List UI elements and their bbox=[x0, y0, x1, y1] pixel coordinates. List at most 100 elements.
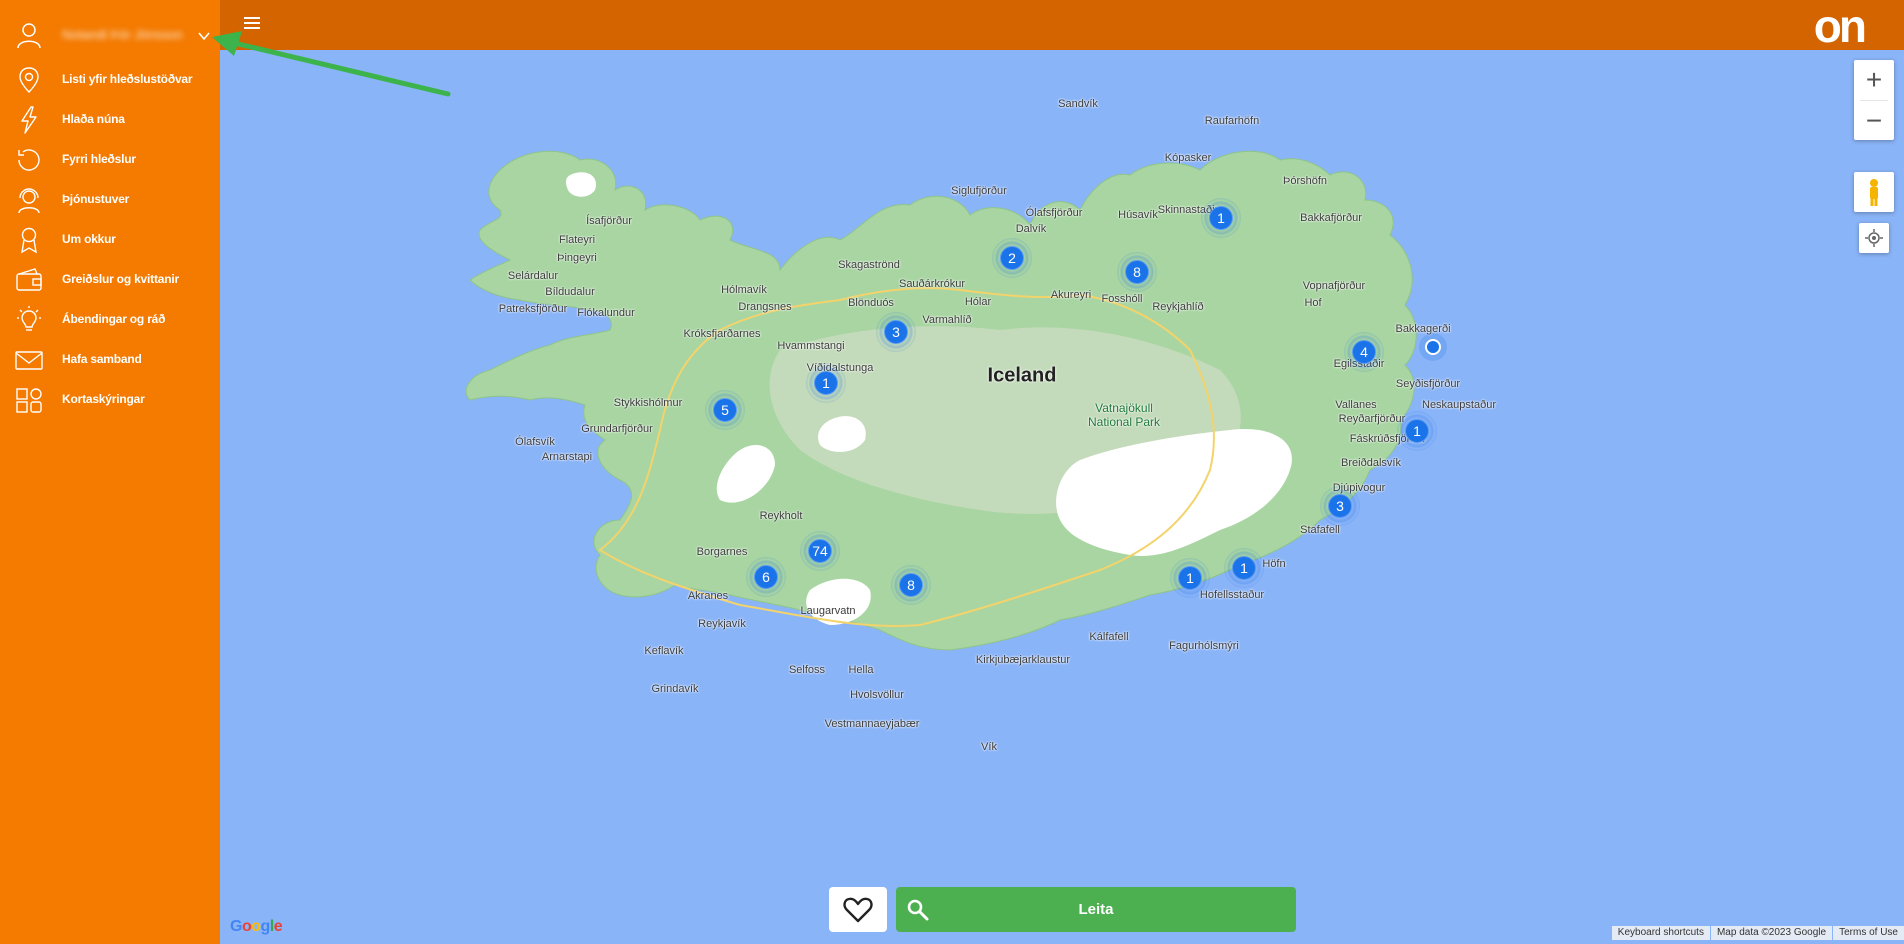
menu-item-payments[interactable]: Greiðslur og kvittanir bbox=[0, 260, 220, 300]
menu-item-about[interactable]: Um okkur bbox=[0, 220, 220, 260]
station-cluster[interactable]: 1 bbox=[1201, 198, 1241, 238]
place-label: Flókalundur bbox=[577, 307, 635, 319]
menu-item-previous-charges[interactable]: Fyrri hleðslur bbox=[0, 140, 220, 180]
station-cluster[interactable]: 4 bbox=[1344, 332, 1384, 372]
place-label: Blönduós bbox=[848, 297, 894, 309]
search-button[interactable]: Leita bbox=[896, 887, 1296, 932]
keyboard-shortcuts-link[interactable]: Keyboard shortcuts bbox=[1611, 926, 1710, 940]
brand-logo: on bbox=[1813, 0, 1867, 52]
place-label: Þórshöfn bbox=[1282, 175, 1328, 187]
place-label: Patreksfjörður bbox=[498, 303, 568, 315]
cluster-count: 4 bbox=[1352, 340, 1376, 364]
place-label: Reykjahlíð bbox=[1152, 301, 1204, 313]
headset-icon bbox=[18, 188, 40, 214]
place-label: Stafafell bbox=[1300, 524, 1340, 536]
cluster-count: 2 bbox=[1000, 246, 1024, 270]
my-location-button[interactable] bbox=[1859, 223, 1889, 253]
place-label: Hvolsvöllur bbox=[850, 689, 904, 701]
place-label: Fagurhólsmýri bbox=[1169, 640, 1239, 652]
station-cluster[interactable]: 1 bbox=[1170, 558, 1210, 598]
station-cluster[interactable]: 5 bbox=[705, 390, 745, 430]
cluster-count: 8 bbox=[1125, 260, 1149, 284]
place-label: Húsavík bbox=[1118, 209, 1158, 221]
station-cluster[interactable]: 6 bbox=[746, 557, 786, 597]
place-label: Reykjavík bbox=[698, 618, 746, 630]
favorites-button[interactable] bbox=[829, 887, 887, 932]
park-label: Vatnajökull National Park bbox=[1088, 401, 1160, 429]
place-label: Akranes bbox=[687, 590, 729, 602]
cluster-count: 8 bbox=[899, 573, 923, 597]
cluster-count: 6 bbox=[754, 565, 778, 589]
menu-item-station-list[interactable]: Listi yfir hleðslustöðvar bbox=[0, 60, 220, 100]
menu-item-charge-now[interactable]: Hlaða núna bbox=[0, 100, 220, 140]
station-cluster[interactable]: 8 bbox=[1117, 252, 1157, 292]
station-cluster[interactable]: 2 bbox=[992, 238, 1032, 278]
zoom-in-button[interactable]: + bbox=[1854, 60, 1894, 100]
user-account-toggle[interactable]: Notandi Þór Jónsson bbox=[0, 18, 220, 54]
terms-of-use-link[interactable]: Terms of Use bbox=[1833, 926, 1904, 940]
cluster-count: 1 bbox=[1405, 419, 1429, 443]
place-label: Hvammstangi bbox=[777, 340, 845, 352]
menu-item-label: Listi yfir hleðslustöðvar bbox=[62, 72, 193, 86]
map-attribution: Keyboard shortcuts Map data ©2023 Google… bbox=[1611, 926, 1904, 940]
place-label: Neskaupstaður bbox=[1422, 399, 1496, 411]
cluster-count: 3 bbox=[884, 320, 908, 344]
place-label: Hof bbox=[1304, 297, 1322, 309]
cluster-count: 1 bbox=[1178, 566, 1202, 590]
station-cluster[interactable]: 8 bbox=[891, 565, 931, 605]
cluster-count: 1 bbox=[814, 371, 838, 395]
menu-item-support[interactable]: Þjónustuver bbox=[0, 180, 220, 220]
crosshair-icon bbox=[1865, 229, 1883, 247]
zoom-out-button[interactable]: − bbox=[1854, 101, 1894, 141]
place-label: Kálfafell bbox=[1089, 631, 1129, 643]
menu-item-contact[interactable]: Hafa samband bbox=[0, 340, 220, 380]
hamburger-menu-icon[interactable] bbox=[244, 17, 260, 31]
menu-item-label: Hafa samband bbox=[62, 352, 142, 366]
country-label: Iceland bbox=[987, 364, 1057, 387]
station-cluster[interactable]: 74 bbox=[800, 531, 840, 571]
place-label: Siglufjörður bbox=[951, 185, 1007, 197]
app-root: Notandi Þór Jónsson Listi yfir hleðslust… bbox=[0, 0, 1904, 944]
place-label: Seyðisfjörður bbox=[1395, 378, 1461, 390]
station-cluster[interactable]: 1 bbox=[1397, 411, 1437, 451]
place-label: Borgarnes bbox=[696, 546, 748, 558]
current-location-marker bbox=[1425, 339, 1441, 355]
map-data-text: Map data ©2023 Google bbox=[1710, 926, 1833, 940]
menu-item-label: Fyrri hleðslur bbox=[62, 152, 136, 166]
street-view-pegman-button[interactable] bbox=[1854, 172, 1894, 212]
map-canvas[interactable]: Iceland Vatnajökull National Park Sandví… bbox=[220, 50, 1904, 944]
cluster-count: 3 bbox=[1328, 494, 1352, 518]
cluster-count: 1 bbox=[1232, 556, 1256, 580]
lightning-icon bbox=[21, 106, 37, 134]
station-cluster[interactable]: 1 bbox=[806, 363, 846, 403]
place-label: Drangsnes bbox=[738, 301, 792, 313]
place-label: Flateyri bbox=[558, 234, 596, 246]
station-cluster[interactable]: 1 bbox=[1224, 548, 1264, 588]
place-label: Bakkafjörður bbox=[1300, 212, 1362, 224]
menu-item-label: Um okkur bbox=[62, 232, 116, 246]
place-label: Sandvík bbox=[1058, 98, 1098, 110]
iceland-map-graphic bbox=[465, 150, 1417, 651]
menu-item-label: Greiðslur og kvittanir bbox=[62, 272, 179, 286]
place-label: Vallanes bbox=[1335, 399, 1377, 411]
place-label: Selfoss bbox=[788, 664, 826, 676]
place-label: Vestmannaeyjabær bbox=[824, 718, 920, 730]
park-label-line2: National Park bbox=[1087, 415, 1161, 429]
zoom-control: + − bbox=[1854, 60, 1894, 140]
user-name: Notandi Þór Jónsson bbox=[62, 27, 183, 42]
menu-item-label: Kortaskýringar bbox=[62, 392, 145, 406]
google-logo[interactable]: Google bbox=[230, 918, 283, 936]
place-label: Króksfjarðarnes bbox=[683, 328, 761, 340]
place-label: Reykholt bbox=[759, 510, 803, 522]
menu-item-label: Þjónustuver bbox=[62, 192, 130, 206]
place-label: Fosshóll bbox=[1101, 293, 1143, 305]
wallet-icon bbox=[16, 268, 42, 291]
menu-item-tips[interactable]: Ábendingar og ráð bbox=[0, 300, 220, 340]
station-cluster[interactable]: 3 bbox=[1320, 486, 1360, 526]
place-label: Ólafsvík bbox=[515, 436, 555, 448]
menu-item-map-legend[interactable]: Kortaskýringar bbox=[0, 380, 220, 420]
place-label: Keflavík bbox=[644, 645, 684, 657]
place-label: Þingeyri bbox=[557, 252, 597, 264]
station-cluster[interactable]: 3 bbox=[876, 312, 916, 352]
chevron-down-icon[interactable] bbox=[196, 28, 212, 44]
